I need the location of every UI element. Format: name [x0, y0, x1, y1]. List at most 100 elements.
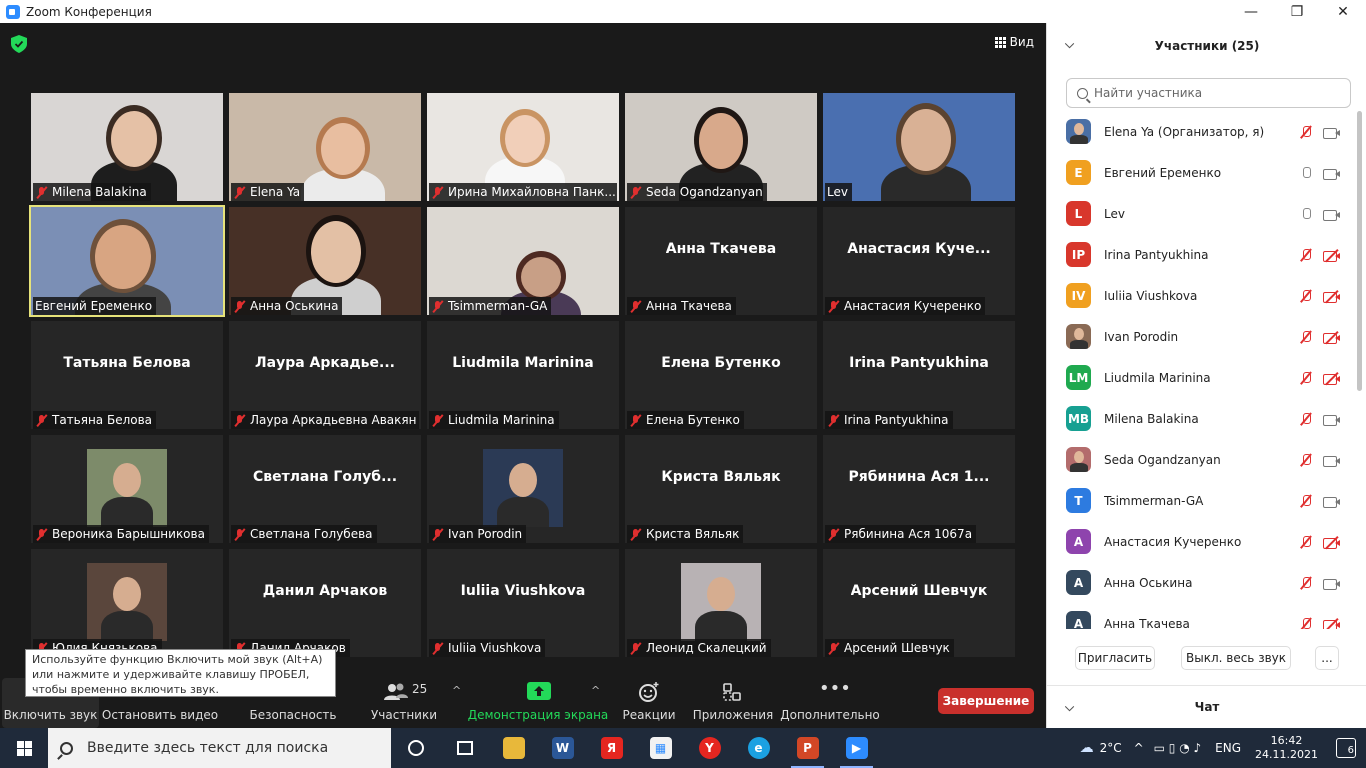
collapse-chevron-icon[interactable]: ⌵ [1065, 37, 1074, 52]
participant-row[interactable]: А Анастасия Кучеренко [1047, 521, 1357, 562]
clock[interactable]: 16:42 24.11.2021 [1255, 734, 1318, 762]
mic-muted-icon[interactable] [1299, 494, 1313, 508]
participant-row[interactable]: E Евгений Еременко [1047, 152, 1357, 193]
participant-row[interactable]: IP Irina Pantyukhina [1047, 234, 1357, 275]
video-tile[interactable]: Вероника Барышникова [31, 435, 223, 543]
security-shield-icon[interactable] [11, 35, 27, 53]
apps-button[interactable]: Приложения [692, 672, 774, 728]
participants-caret-icon[interactable]: ^ [452, 684, 461, 697]
file-explorer-button[interactable] [489, 728, 538, 768]
participant-row[interactable]: IV Iuliia Viushkova [1047, 275, 1357, 316]
mic-muted-icon[interactable] [1299, 289, 1313, 303]
video-tile[interactable]: Milena Balakina [31, 93, 223, 201]
mic-muted-icon[interactable] [1299, 330, 1313, 344]
video-tile[interactable]: Татьяна Белова Татьяна Белова [31, 321, 223, 429]
camera-icon[interactable] [1323, 453, 1341, 467]
video-tile[interactable]: Lev [823, 93, 1015, 201]
camera-icon[interactable] [1323, 166, 1341, 180]
participant-row[interactable]: Ivan Porodin [1047, 316, 1357, 357]
video-tile[interactable]: Леонид Скалецкий [625, 549, 817, 657]
participant-list-scrollbar[interactable] [1357, 111, 1362, 391]
mic-muted-icon[interactable] [1299, 371, 1313, 385]
end-meeting-button[interactable]: Завершение [938, 688, 1034, 714]
camera-off-icon[interactable] [1323, 371, 1341, 385]
participant-row[interactable]: Seda Ogandzanyan [1047, 439, 1357, 480]
powerpoint-button[interactable]: P [783, 728, 832, 768]
video-tile[interactable]: Ирина Михайловна Панк... [427, 93, 619, 201]
video-tile[interactable]: Анна Оськина [229, 207, 421, 315]
maximize-button[interactable]: ❐ [1274, 0, 1320, 23]
video-tile[interactable]: Светлана Голуб... Светлана Голубева [229, 435, 421, 543]
camera-icon[interactable] [1323, 576, 1341, 590]
mic-muted-icon[interactable] [1299, 617, 1313, 630]
mute-all-button[interactable]: Выкл. весь звук [1181, 646, 1291, 670]
participant-row[interactable]: T Tsimmerman-GA [1047, 480, 1357, 521]
mic-icon[interactable] [1299, 166, 1313, 180]
mic-muted-icon[interactable] [1299, 576, 1313, 590]
yandex-browser-button[interactable]: Я [587, 728, 636, 768]
camera-icon[interactable] [1323, 125, 1341, 139]
store-button[interactable]: ▦ [636, 728, 685, 768]
mic-muted-icon[interactable] [1299, 412, 1313, 426]
mic-muted-icon[interactable] [1299, 535, 1313, 549]
share-caret-icon[interactable]: ^ [591, 684, 600, 697]
input-language[interactable]: ENG [1215, 741, 1241, 755]
reactions-button[interactable]: Реакции [620, 672, 678, 728]
cortana-button[interactable] [391, 728, 440, 768]
more-button[interactable]: ••• Дополнительно [780, 672, 880, 728]
video-tile[interactable]: Рябинина Ася 1... Рябинина Ася 1067а [823, 435, 1015, 543]
camera-off-icon[interactable] [1323, 617, 1341, 629]
video-tile[interactable]: Irina Pantyukhina Irina Pantyukhina [823, 321, 1015, 429]
camera-icon[interactable] [1323, 412, 1341, 426]
mic-muted-icon[interactable] [1299, 453, 1313, 467]
participant-row[interactable]: А Анна Оськина [1047, 562, 1357, 603]
invite-button[interactable]: Пригласить [1075, 646, 1155, 670]
video-tile[interactable]: Анастасия Куче... Анастасия Кучеренко [823, 207, 1015, 315]
word-button[interactable]: W [538, 728, 587, 768]
video-tile[interactable]: Iuliia Viushkova Iuliia Viushkova [427, 549, 619, 657]
participant-row[interactable]: LM Liudmila Marinina [1047, 357, 1357, 398]
participant-search-input[interactable]: Найти участника [1066, 78, 1351, 108]
taskbar-search-box[interactable]: Введите здесь текст для поиска [48, 728, 391, 768]
video-tile[interactable]: Евгений Еременко [29, 205, 225, 317]
zoom-taskbar-button[interactable]: ▶ [832, 728, 881, 768]
participant-row[interactable]: L Lev [1047, 193, 1357, 234]
tray-icons[interactable]: ▭ ▯ ◔ ♪ [1154, 741, 1202, 755]
chat-collapse-chevron-icon[interactable]: ⌵ [1065, 700, 1074, 715]
camera-icon[interactable] [1323, 207, 1341, 221]
video-tile[interactable]: Данил Арчаков Данил Арчаков [229, 549, 421, 657]
participant-row[interactable]: MB Milena Balakina [1047, 398, 1357, 439]
video-tile[interactable]: Elena Ya [229, 93, 421, 201]
start-button[interactable] [0, 728, 48, 768]
video-tile[interactable]: Ivan Porodin [427, 435, 619, 543]
chat-section-header[interactable]: ⌵ Чат [1047, 685, 1366, 727]
camera-off-icon[interactable] [1323, 330, 1341, 344]
share-screen-button[interactable]: Демонстрация экрана [468, 672, 608, 728]
video-tile[interactable]: Seda Ogandzanyan [625, 93, 817, 201]
video-tile[interactable]: Елена Бутенко Елена Бутенко [625, 321, 817, 429]
video-tile[interactable]: Юлия Князькова [31, 549, 223, 657]
video-tile[interactable]: Tsimmerman-GA [427, 207, 619, 315]
camera-off-icon[interactable] [1323, 535, 1341, 549]
participants-button[interactable]: 25 Участники [368, 672, 440, 728]
video-tile[interactable]: Арсений Шевчук Арсений Шевчук [823, 549, 1015, 657]
view-button[interactable]: Вид [994, 35, 1034, 49]
video-tile[interactable]: Криста Вяльяк Криста Вяльяк [625, 435, 817, 543]
video-tile[interactable]: Анна Ткачева Анна Ткачева [625, 207, 817, 315]
video-tile[interactable]: Лаура Аркадье... Лаура Аркадьевна Авакян [229, 321, 421, 429]
mic-muted-icon[interactable] [1299, 125, 1313, 139]
close-button[interactable]: ✕ [1320, 0, 1366, 23]
participant-row[interactable]: Elena Ya (Организатор, я) [1047, 111, 1357, 152]
participant-row[interactable]: А Анна Ткачева [1047, 603, 1357, 629]
mic-icon[interactable] [1299, 207, 1313, 221]
video-tile[interactable]: Liudmila Marinina Liudmila Marinina [427, 321, 619, 429]
weather-temp[interactable]: 2°C [1100, 741, 1122, 755]
mic-muted-icon[interactable] [1299, 248, 1313, 262]
minimize-button[interactable]: — [1228, 0, 1274, 23]
camera-off-icon[interactable] [1323, 289, 1341, 303]
tray-expand-icon[interactable]: ^ [1134, 741, 1144, 755]
yandex-button[interactable]: Y [685, 728, 734, 768]
task-view-button[interactable] [440, 728, 489, 768]
panel-more-button[interactable]: ... [1315, 646, 1339, 670]
camera-off-icon[interactable] [1323, 248, 1341, 262]
